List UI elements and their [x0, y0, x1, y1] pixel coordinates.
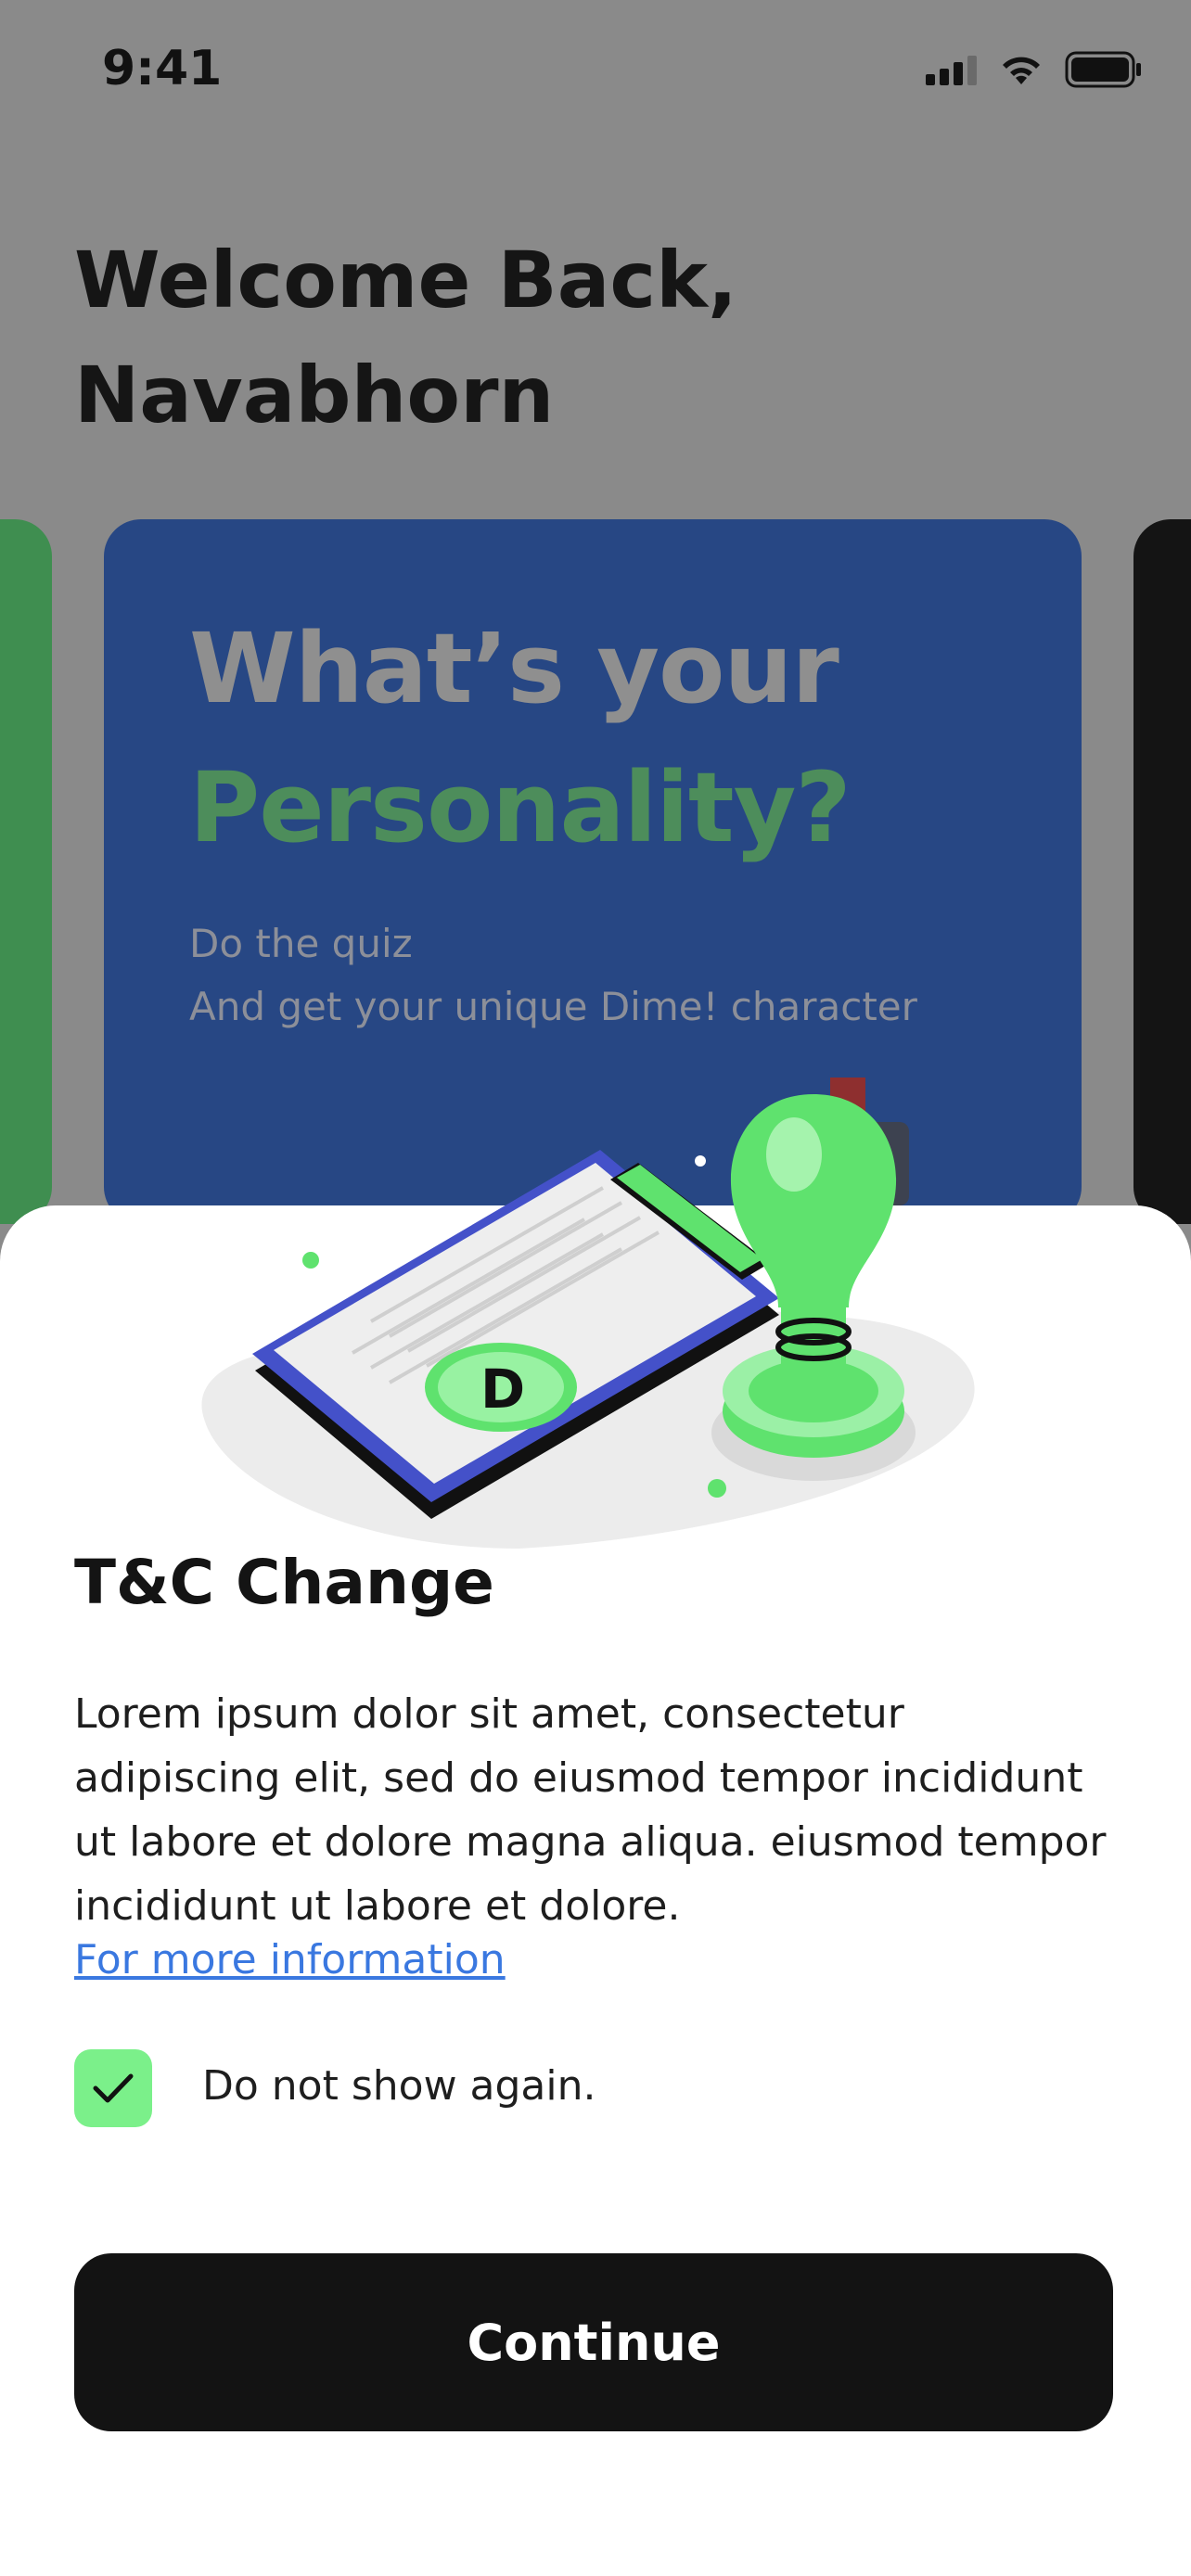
continue-button[interactable]: Continue: [74, 2253, 1113, 2431]
clipboard-stamp-illustration: D: [201, 1078, 975, 1549]
card-subtitle-line-1: Do the quiz: [189, 921, 413, 966]
carousel-card-previous[interactable]: [0, 519, 52, 1224]
welcome-name: Navabhorn: [74, 350, 555, 440]
card-subtitle-line-2: And get your unique Dime! character: [189, 984, 917, 1029]
sheet-body-text: Lorem ipsum dolor sit amet, consectetur …: [74, 1690, 1107, 1930]
sheet-title: T&C Change: [74, 1547, 494, 1618]
welcome-heading: Welcome Back, Navabhorn: [74, 223, 1002, 453]
more-information-link[interactable]: For more information: [74, 1936, 506, 1983]
checkmark-icon: [93, 2073, 134, 2103]
carousel-card-next[interactable]: [1133, 519, 1191, 1224]
do-not-show-again-label[interactable]: Do not show again.: [202, 2062, 596, 2110]
do-not-show-again-checkbox[interactable]: [74, 2049, 152, 2127]
card-title-line-1: What’s your: [189, 612, 839, 725]
card-subtitle: Do the quiz And get your unique Dime! ch…: [189, 912, 917, 1039]
signal-icon: [926, 56, 977, 85]
tc-change-screen: 9:41 Welcome Back, Navabhorn What’s your…: [0, 0, 1191, 2576]
card-title-line-2: Personality?: [189, 751, 852, 864]
wifi-icon: [1003, 57, 1040, 84]
status-bar: 9:41: [0, 0, 1191, 139]
status-time: 9:41: [102, 41, 223, 96]
svg-text:D: D: [480, 1358, 525, 1421]
welcome-line-1: Welcome Back,: [74, 235, 737, 325]
battery-icon: [1065, 51, 1141, 88]
status-icons: [926, 51, 1143, 88]
